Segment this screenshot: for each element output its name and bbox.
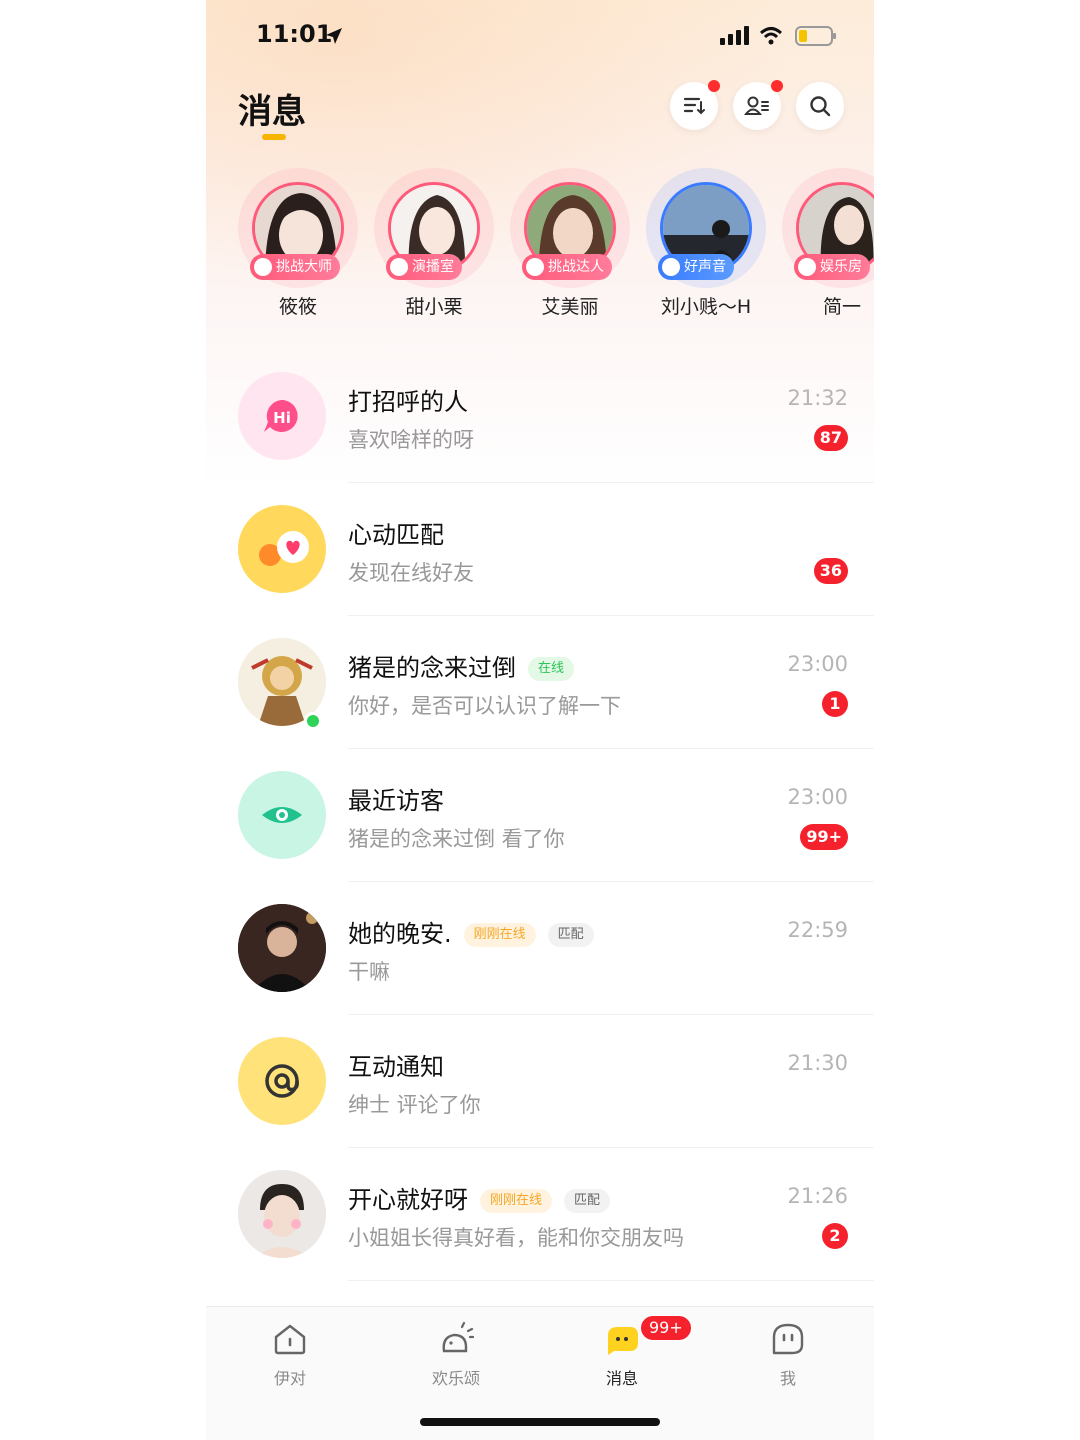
search-icon [810, 96, 831, 117]
sun-icon [442, 1321, 474, 1353]
tab-label: 伊对 [273, 1369, 306, 1388]
conversation-time: 23:00 [787, 785, 848, 809]
video-camera-icon [390, 258, 408, 276]
wifi-icon [759, 27, 783, 45]
conversation-time: 23:00 [787, 652, 848, 676]
room-tag: 挑战达人 [522, 254, 612, 280]
conversation-name: 打招呼的人 [348, 388, 468, 416]
chat-icon [608, 1327, 638, 1355]
notification-dot [708, 80, 720, 92]
title-underline [262, 134, 286, 140]
conversation-heart-match[interactable]: 心动匹配 发现在线好友 36 [206, 483, 874, 616]
conversation-preview: 你好，是否可以认识了解一下 [348, 694, 621, 718]
conversation-name: 互动通知 [348, 1053, 444, 1081]
conversation-preview: 喜欢啥样的呀 [348, 428, 474, 452]
microphone-icon [662, 258, 680, 276]
status-time: 11:01 [256, 20, 333, 48]
conversation-time: 21:26 [787, 1184, 848, 1208]
video-camera-icon [254, 258, 272, 276]
conversation-interactions[interactable]: 互动通知 绅士 评论了你 21:30 [206, 1015, 874, 1148]
conversation-preview: 小姐姐长得真好看，能和你交朋友吗 [348, 1226, 684, 1250]
conversation-preview: 绅士 评论了你 [348, 1093, 481, 1117]
story-name: 艾美丽 [541, 296, 599, 318]
contacts-icon [744, 96, 769, 115]
video-camera-icon [798, 258, 816, 276]
unread-badge: 99+ [800, 824, 848, 850]
conversation-visitors[interactable]: 最近访客 猪是的念来过倒 看了你 23:00 99+ [206, 749, 874, 882]
room-tag: 好声音 [658, 254, 734, 280]
conversation-preview: 猪是的念来过倒 看了你 [348, 827, 565, 851]
story-name: 甜小栗 [405, 296, 463, 318]
home-indicator [420, 1418, 660, 1426]
tab-home[interactable]: 伊对 [230, 1317, 350, 1388]
cellular-signal-icon [720, 26, 749, 45]
divider [348, 1280, 874, 1281]
search-button[interactable] [796, 82, 844, 130]
conversation-time: 21:30 [787, 1051, 848, 1075]
conversation-name: 猪是的念来过倒 在线 [348, 648, 575, 683]
match-pill: 匹配 [547, 923, 594, 947]
match-pill: 匹配 [564, 1189, 611, 1213]
conversation-name: 最近访客 [348, 787, 444, 815]
tab-label: 消息 [605, 1369, 638, 1388]
sort-list-button[interactable] [670, 80, 720, 130]
app-screen: 11:01 消息 挑战大师 筱筱 演播室 甜小栗 挑战达人 艾美丽 好声音 刘小… [206, 0, 874, 1440]
unread-badge: 2 [822, 1223, 848, 1249]
story-item[interactable]: 挑战大师 筱筱 [238, 168, 358, 328]
at-icon [238, 1037, 326, 1125]
tab-label: 我 [779, 1369, 796, 1388]
contacts-button[interactable] [733, 80, 783, 130]
tab-messages[interactable]: 99+ 消息 [562, 1315, 692, 1388]
svg-text:Hi: Hi [273, 409, 291, 427]
unread-badge: 1 [822, 691, 848, 717]
eye-icon [238, 771, 326, 859]
conversation-name: 开心就好呀 刚刚在线 匹配 [348, 1180, 611, 1215]
story-item[interactable]: 娱乐房 简一 [782, 168, 874, 328]
story-name: 筱筱 [278, 296, 317, 318]
online-indicator [304, 712, 322, 730]
conversation-name: 心动匹配 [348, 521, 444, 549]
location-arrow-icon [326, 28, 342, 44]
story-item[interactable]: 演播室 甜小栗 [374, 168, 494, 328]
avatar [238, 904, 326, 992]
unread-badge: 36 [813, 558, 848, 584]
online-status-pill: 在线 [528, 657, 575, 681]
story-name: 刘小贱～H [660, 296, 752, 318]
microphone-icon [526, 258, 544, 276]
notification-dot [771, 80, 783, 92]
conversation-time: 21:32 [787, 386, 848, 410]
conversation-preview: 干嘛 [348, 960, 390, 984]
hi-bubble-icon: Hi [238, 372, 326, 460]
live-rooms-strip: 挑战大师 筱筱 演播室 甜小栗 挑战达人 艾美丽 好声音 刘小贱～H 娱乐房 简… [206, 168, 874, 328]
room-tag: 挑战大师 [250, 254, 340, 280]
heart-chat-icon [238, 505, 326, 593]
conversation-user[interactable]: 开心就好呀 刚刚在线 匹配 小姐姐长得真好看，能和你交朋友吗 21:26 2 [206, 1148, 874, 1281]
story-name: 简一 [822, 296, 861, 318]
recently-online-pill: 刚刚在线 [463, 923, 536, 947]
conversation-user[interactable]: 她的晚安. 刚刚在线 匹配 干嘛 22:59 [206, 882, 874, 1015]
face-icon [772, 1323, 804, 1355]
tab-label: 欢乐颂 [431, 1369, 480, 1388]
conversation-greetings[interactable]: Hi 打招呼的人 喜欢啥样的呀 21:32 87 [206, 350, 874, 483]
status-bar: 11:01 [206, 0, 874, 70]
conversation-name: 她的晚安. 刚刚在线 匹配 [348, 914, 594, 949]
room-tag: 演播室 [386, 254, 462, 280]
battery-icon [795, 26, 836, 46]
unread-badge: 87 [813, 425, 848, 451]
avatar [238, 1170, 326, 1258]
recently-online-pill: 刚刚在线 [480, 1189, 553, 1213]
home-icon [274, 1324, 306, 1355]
tab-unread-badge: 99+ [640, 1315, 692, 1341]
story-item[interactable]: 挑战达人 艾美丽 [510, 168, 630, 328]
conversation-preview: 发现在线好友 [348, 561, 474, 585]
page-title: 消息 [238, 92, 306, 132]
conversation-time: 22:59 [787, 918, 848, 942]
sort-list-icon [683, 97, 705, 115]
conversation-user[interactable]: 猪是的念来过倒 在线 你好，是否可以认识了解一下 23:00 1 [206, 616, 874, 749]
room-tag: 娱乐房 [794, 254, 870, 280]
story-item[interactable]: 好声音 刘小贱～H [646, 168, 766, 328]
tab-joy[interactable]: 欢乐颂 [396, 1317, 516, 1388]
tab-me[interactable]: 我 [728, 1317, 848, 1388]
